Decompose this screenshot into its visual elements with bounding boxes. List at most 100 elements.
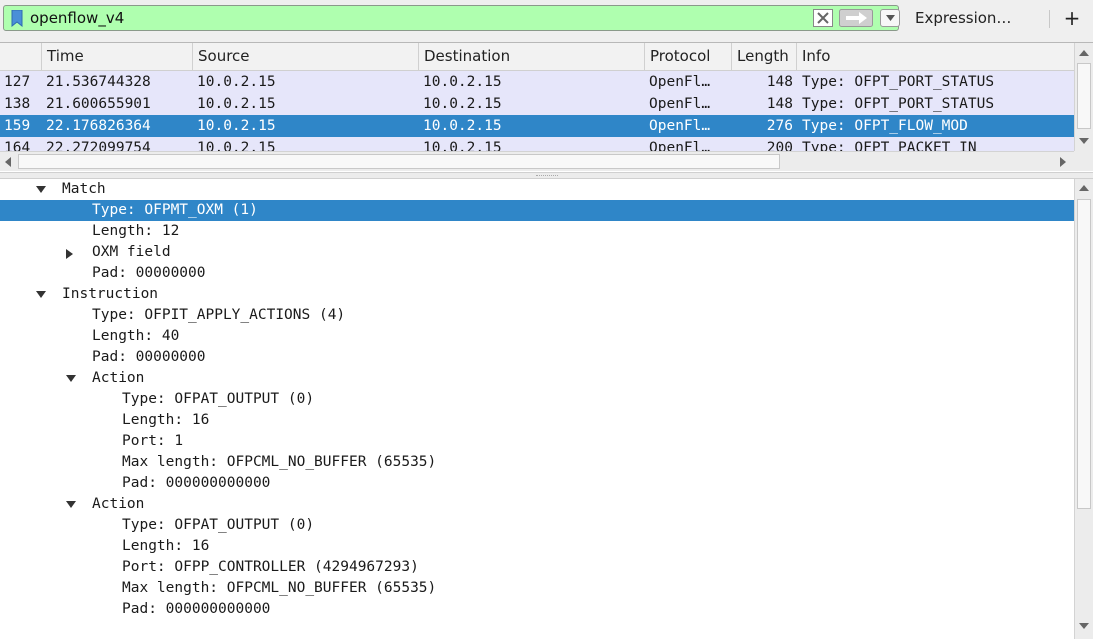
details-vertical-scrollbar[interactable] [1074,179,1093,639]
display-filter-box[interactable]: openflow_v4 [3,5,900,31]
tree-row[interactable]: Length: 16 [0,410,1074,431]
expression-button[interactable]: Expression… [915,5,1011,31]
collapsed-triangle-icon[interactable] [66,242,78,263]
add-filter-button[interactable]: + [1062,5,1082,31]
pane-splitter[interactable] [0,172,1093,179]
chevron-down-icon [886,15,895,21]
tree-row-text: Instruction [62,286,159,302]
tree-row[interactable]: Pad: 000000000000 [0,599,1074,620]
tree-row-text: Match [62,181,106,197]
column-header-length[interactable]: Length [731,43,796,70]
tree-row-text: Length: 40 [92,328,180,344]
scrollbar-corner [1074,151,1093,171]
tree-row-text: Port: 1 [122,433,184,449]
packet-details-tree: Match Type: OFPMT_OXM (1) Length: 12 OXM fi… [0,179,1093,639]
scroll-up-icon[interactable] [1079,184,1089,192]
recent-filters-dropdown[interactable] [880,9,900,27]
column-header-info[interactable]: Info [796,43,1074,70]
tree-row[interactable]: Match [0,179,1074,200]
packet-time: 21.600655901 [46,96,151,112]
tree-row[interactable]: Action [0,494,1074,515]
packet-time: 21.536744328 [46,74,151,90]
apply-filter-icon[interactable] [839,9,873,27]
packet-list-vertical-scrollbar[interactable] [1074,43,1093,151]
column-header-time[interactable]: Time [41,43,192,70]
tree-row-text: Pad: 000000000000 [122,601,271,617]
tree-row[interactable]: Port: 1 [0,431,1074,452]
tree-row[interactable]: Max length: OFPCML_NO_BUFFER (65535) [0,452,1074,473]
scrollbar-thumb[interactable] [1077,63,1091,129]
scroll-up-icon[interactable] [1079,49,1089,57]
splitter-grip[interactable] [536,175,558,177]
tree-row[interactable]: Length: 40 [0,326,1074,347]
tree-row[interactable]: Action [0,368,1074,389]
tree-row-text: Pad: 00000000 [92,265,206,281]
tree-row[interactable]: Pad: 000000000000 [0,473,1074,494]
packet-time: 22.176826364 [46,118,151,134]
packet-info: Type: OFPT_PORT_STATUS [802,74,995,90]
tree-row[interactable]: Type: OFPMT_OXM (1) [0,200,1074,221]
expanded-triangle-icon[interactable] [36,284,48,305]
tree-row-text: Type: OFPMT_OXM (1) [92,202,258,218]
scroll-down-icon[interactable] [1079,137,1089,145]
packet-row[interactable]: 159 22.176826364 10.0.2.15 10.0.2.15 OpenFl…… [0,115,1074,137]
packet-row[interactable]: 127 21.536744328 10.0.2.15 10.0.2.15 OpenFl…… [0,71,1074,93]
column-header-source[interactable]: Source [192,43,418,70]
packet-length: 148 [766,96,793,112]
scrollbar-thumb[interactable] [18,154,780,169]
display-filter-toolbar: openflow_v4 Expression… + [0,0,1093,38]
tree-row-text: Action [92,496,145,512]
bookmark-icon[interactable] [11,9,23,28]
tree-row-text: Pad: 000000000000 [122,475,271,491]
expanded-triangle-icon[interactable] [36,179,48,200]
packet-info: Type: OFPT_FLOW_MOD [802,118,968,134]
tree-row-text: Action [92,370,145,386]
tree-row[interactable]: Type: OFPAT_OUTPUT (0) [0,389,1074,410]
packet-source: 10.0.2.15 [197,74,276,90]
tree-row-text: Length: 12 [92,223,180,239]
tree-row[interactable]: OXM field [0,242,1074,263]
packet-list-header: Time Source Destination Protocol Length … [0,43,1074,71]
column-header-protocol[interactable]: Protocol [644,43,731,70]
column-header-destination[interactable]: Destination [418,43,644,70]
tree-row[interactable]: Length: 16 [0,536,1074,557]
tree-row-text: Pad: 00000000 [92,349,206,365]
tree-row-text: Type: OFPAT_OUTPUT (0) [122,517,315,533]
tree-row[interactable]: Pad: 00000000 [0,263,1074,284]
tree-row[interactable]: Port: OFPP_CONTROLLER (4294967293) [0,557,1074,578]
packet-row[interactable]: 138 21.600655901 10.0.2.15 10.0.2.15 OpenFl…… [0,93,1074,115]
packet-length: 148 [766,74,793,90]
expanded-triangle-icon[interactable] [66,368,78,389]
tree-row-text: Max length: OFPCML_NO_BUFFER (65535) [122,580,437,596]
tree-row-text: Length: 16 [122,412,210,428]
tree-row-text: Port: OFPP_CONTROLLER (4294967293) [122,559,419,575]
tree-row-text: Max length: OFPCML_NO_BUFFER (65535) [122,454,437,470]
display-filter-input[interactable]: openflow_v4 [30,6,124,30]
scroll-left-icon[interactable] [4,157,12,167]
packet-number: 127 [4,74,31,90]
expanded-triangle-icon[interactable] [66,494,78,515]
tree-row-text: Type: OFPIT_APPLY_ACTIONS (4) [92,307,346,323]
tree-row-text: Type: OFPAT_OUTPUT (0) [122,391,315,407]
packet-source: 10.0.2.15 [197,118,276,134]
packet-source: 10.0.2.15 [197,96,276,112]
column-header-no[interactable] [0,43,41,70]
toolbar-divider [1049,10,1050,28]
tree-row[interactable]: Instruction [0,284,1074,305]
tree-row[interactable]: Type: OFPAT_OUTPUT (0) [0,515,1074,536]
tree-row[interactable]: Pad: 00000000 [0,347,1074,368]
packet-destination: 10.0.2.15 [423,118,502,134]
packet-list-horizontal-scrollbar[interactable] [0,151,1074,171]
tree-row[interactable]: Length: 12 [0,221,1074,242]
tree-row[interactable]: Type: OFPIT_APPLY_ACTIONS (4) [0,305,1074,326]
packet-destination: 10.0.2.15 [423,74,502,90]
packet-list: Time Source Destination Protocol Length … [0,42,1093,173]
packet-info: Type: OFPT_PORT_STATUS [802,96,995,112]
tree-row[interactable]: Max length: OFPCML_NO_BUFFER (65535) [0,578,1074,599]
scroll-right-icon[interactable] [1059,157,1067,167]
packet-destination: 10.0.2.15 [423,96,502,112]
scroll-down-icon[interactable] [1079,622,1089,630]
packet-number: 159 [4,118,31,134]
scrollbar-thumb[interactable] [1077,199,1091,509]
clear-filter-icon[interactable] [813,9,833,27]
